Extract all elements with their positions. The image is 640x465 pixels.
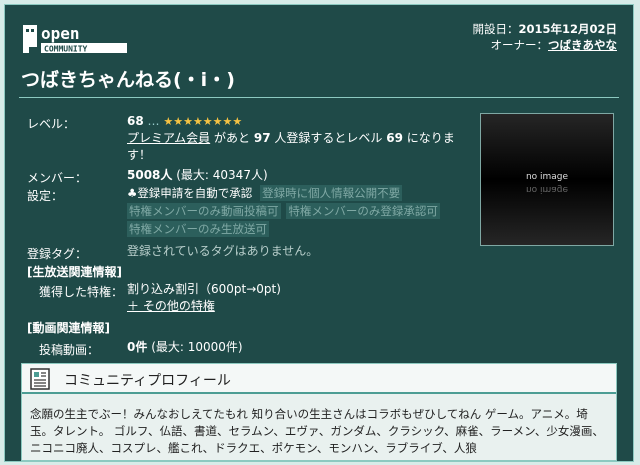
members-value: 5008人 (最大: 40347人) — [127, 167, 268, 184]
community-title: つばきちゃんねる(・i・) — [21, 69, 235, 91]
live-section-title: [生放送関連情報] — [27, 265, 122, 279]
video-section-title: [動画関連情報] — [27, 321, 110, 335]
level-dots: … — [147, 114, 160, 128]
videos-count: 0件 — [127, 340, 148, 354]
premium-member-link[interactable]: プレミアム会員 — [127, 131, 210, 145]
setting-chip: 特権メンバーのみ動画投稿可 — [127, 203, 281, 219]
community-thumbnail: no image no image — [480, 113, 614, 246]
profile-box: コミュニティプロフィール 念願の生主でぶー！みんなおしえてたもれ 知り合いの生主… — [21, 363, 617, 461]
opened-date: 2015年12月02日 — [518, 22, 617, 36]
setting-chip: 登録時に個人情報公開不要 — [260, 185, 403, 201]
logo-bottom-text: COMMUNITY — [44, 45, 88, 54]
level-value: 68 … ★★★★★★★★ プレミアム会員 があと 97 人登録するとレベル 6… — [127, 113, 472, 164]
auto-approve-icon: ♣ — [127, 186, 138, 200]
members-max: (最大: 40347人) — [176, 168, 268, 182]
level-text-c: になりま — [406, 131, 455, 145]
profile-header: コミュニティプロフィール — [22, 364, 616, 394]
title-divider — [19, 97, 619, 98]
level-number: 68 — [127, 114, 144, 128]
profile-title: コミュニティプロフィール — [64, 373, 231, 389]
level-text-a: があと — [214, 131, 251, 145]
videos-max: (最大: 10000件) — [151, 340, 243, 354]
setting-chip: ♣登録申請を自動で承認 — [127, 186, 253, 200]
privilege-label: 獲得した特権： — [39, 285, 124, 299]
tags-label: 登録タグ： — [27, 247, 88, 261]
no-image-text: no image — [525, 172, 569, 182]
profile-document-icon — [30, 368, 50, 390]
videos-label: 投稿動画： — [39, 343, 100, 357]
level-needed-count: 97 — [253, 131, 271, 145]
no-image-reflection: no image — [525, 184, 569, 194]
header: open COMMUNITY 開設日：2015年12月02日 オーナー：つばきあ… — [5, 5, 633, 63]
privilege-value: 割り込み割引（600pt→0pt) ＋ その他の特権 — [127, 281, 281, 315]
profile-text: 念願の生主でぶー！みんなおしえてたもれ 知り合いの生主さんはコラボもぜひしてねん… — [30, 407, 604, 455]
setting-chip: 特権メンバーのみ登録承認可 — [286, 203, 440, 219]
members-label: メンバー： — [27, 171, 88, 185]
community-panel: open COMMUNITY 開設日：2015年12月02日 オーナー：つばきあ… — [4, 4, 634, 462]
setting-chip: 特権メンバーのみ生放送可 — [127, 221, 269, 237]
level-stars: ★★★★★★★★ — [163, 115, 243, 128]
more-privileges-link[interactable]: ＋ その他の特権 — [127, 299, 215, 313]
level-label: レベル： — [27, 117, 76, 131]
logo-top-text: open — [41, 24, 80, 43]
members-count: 5008人 — [127, 168, 173, 182]
level-text-d: す！ — [127, 148, 152, 162]
level-text-b: 人登録するとレベル — [274, 131, 383, 145]
settings-label: 設定： — [27, 189, 64, 203]
opened-label: 開設日： — [472, 22, 519, 36]
settings-chips: ♣登録申請を自動で承認 登録時に個人情報公開不要 特権メンバーのみ動画投稿可 特… — [127, 185, 467, 239]
open-community-logo[interactable]: open COMMUNITY — [23, 23, 131, 55]
privilege-text: 割り込み割引（600pt→0pt) — [127, 282, 281, 296]
tags-value: 登録されているタグはありません。 — [127, 244, 319, 258]
videos-value: 0件 (最大: 10000件) — [127, 339, 243, 356]
level-next: 69 — [386, 131, 403, 145]
owner-label: オーナー： — [490, 38, 549, 52]
owner-link[interactable]: つばきあやな — [548, 38, 617, 52]
community-meta: 開設日：2015年12月02日 オーナー：つばきあやな — [472, 21, 617, 53]
